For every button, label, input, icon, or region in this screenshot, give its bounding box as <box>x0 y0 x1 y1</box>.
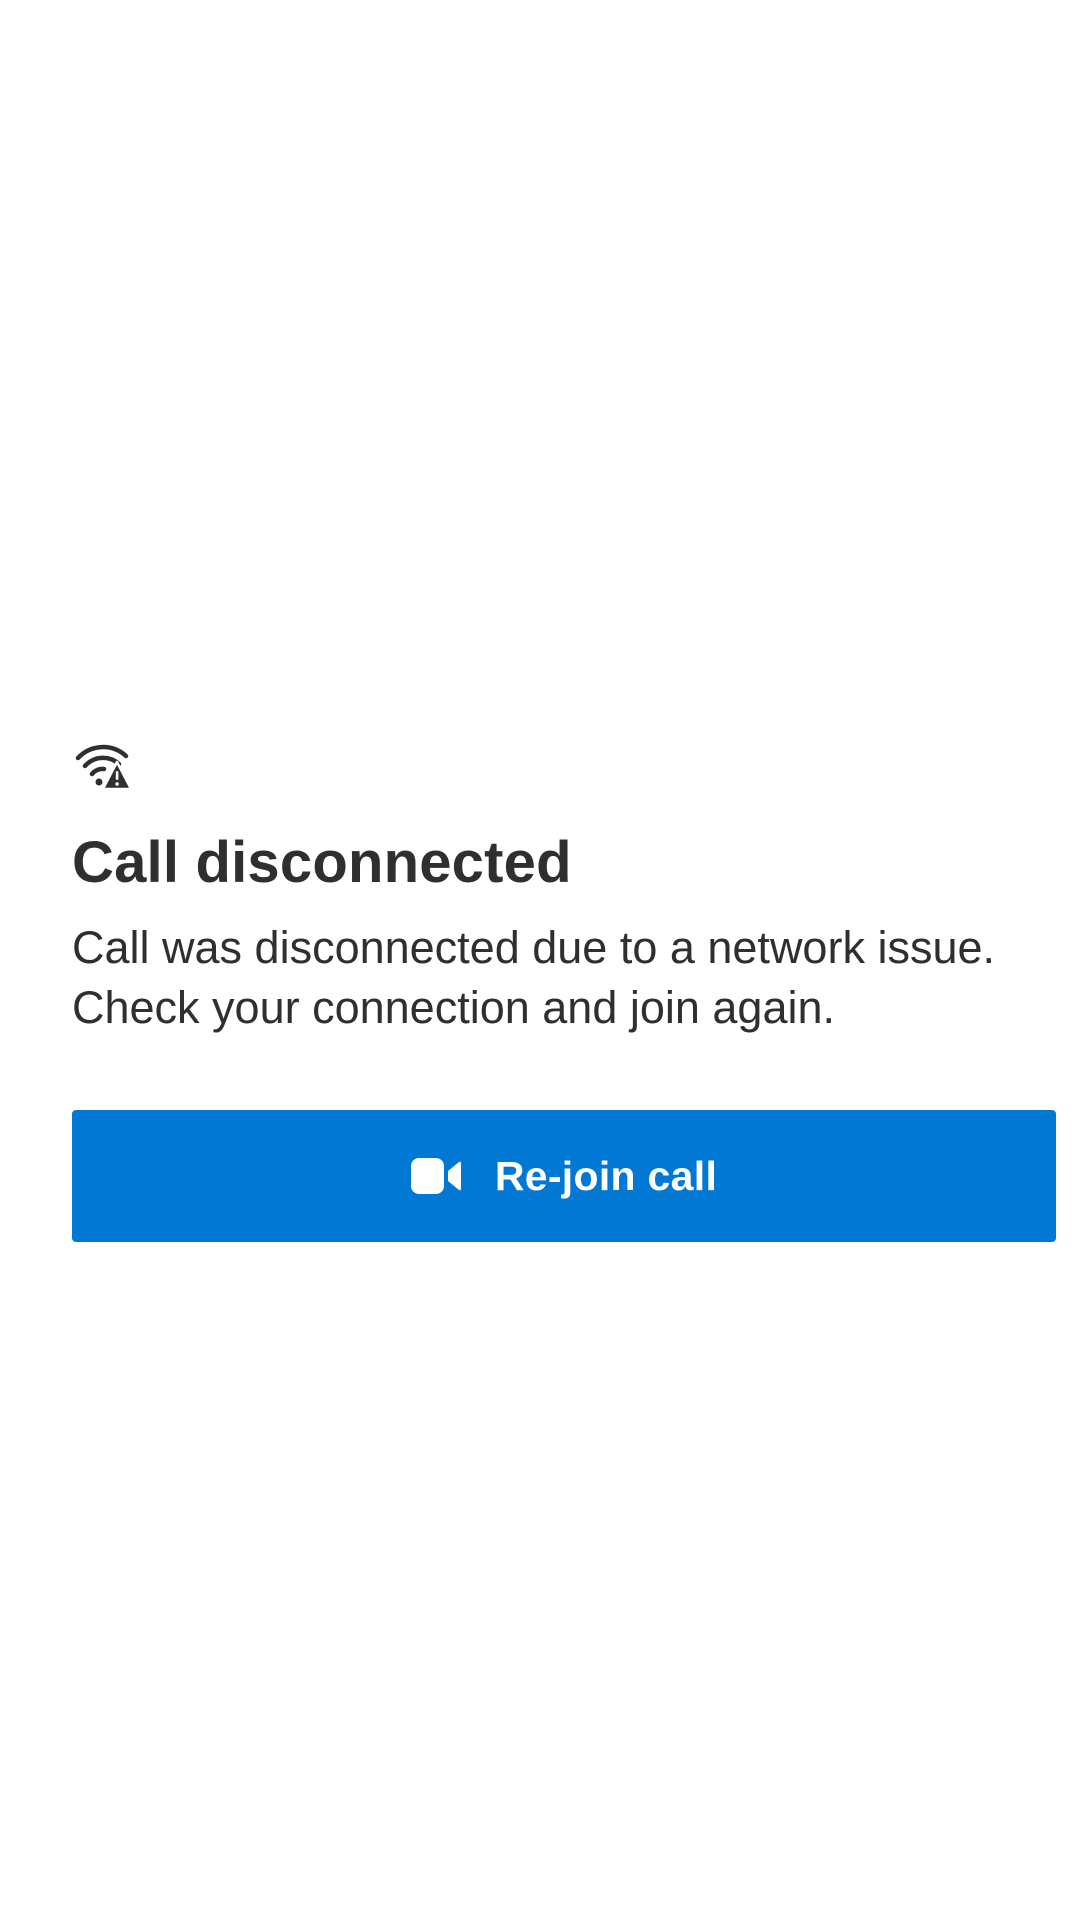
disconnect-description: Call was disconnected due to a network i… <box>72 918 1058 1038</box>
call-disconnected-screen: Call disconnected Call was disconnected … <box>0 0 1080 1920</box>
page-title: Call disconnected <box>72 830 572 895</box>
description-line-2: Check your connection and join again. <box>72 982 836 1033</box>
disconnect-message-panel: Call disconnected Call was disconnected … <box>72 738 1058 1038</box>
wifi-warning-icon <box>75 744 132 790</box>
description-line-1: Call was disconnected due to a network i… <box>72 922 996 973</box>
rejoin-call-label: Re-join call <box>494 1152 718 1199</box>
rejoin-call-button[interactable]: Re-join call <box>72 1110 1056 1242</box>
video-camera-icon <box>410 1158 461 1194</box>
